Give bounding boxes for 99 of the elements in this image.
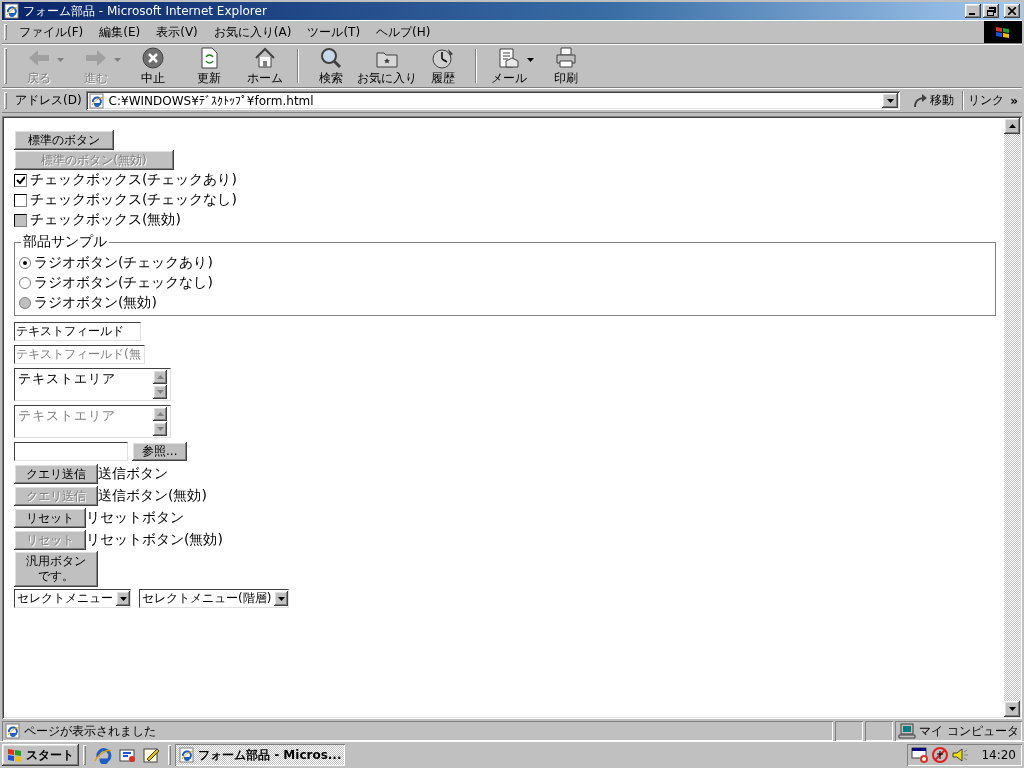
caret-icon (886, 98, 894, 103)
checkbox[interactable] (14, 173, 27, 187)
page-icon (88, 92, 105, 109)
dropdown-button[interactable] (274, 591, 289, 606)
down-arrow-icon (156, 390, 164, 394)
taskbar-button[interactable]: フォーム部品 - Micros... (175, 744, 346, 766)
quick-launch-icon[interactable] (118, 746, 136, 764)
more-chevron[interactable]: » (1006, 93, 1022, 108)
scroll-down-button[interactable] (1004, 701, 1020, 717)
menu-item[interactable]: 表示(V) (148, 21, 206, 43)
menu-item[interactable]: ツール(T) (299, 21, 369, 43)
caret-icon (527, 57, 534, 62)
up-arrow-icon (156, 375, 164, 379)
dropdown-button[interactable] (116, 591, 130, 606)
menu-item[interactable]: 編集(E) (91, 21, 149, 43)
toolbar-button[interactable]: 履歴 (415, 43, 471, 89)
scroll-up-button[interactable] (153, 370, 167, 384)
links-label[interactable]: リンク (966, 92, 1007, 109)
dropdown-arrow[interactable] (527, 57, 534, 62)
button-caption: リセットボタン(無効) (86, 531, 223, 549)
up-arrow-icon (1008, 124, 1016, 128)
button[interactable]: 参照... (132, 442, 188, 461)
printer-icon (554, 45, 578, 70)
button-caption: 送信ボタン (98, 465, 168, 483)
status-pane: ページが表示されました (2, 721, 834, 741)
page-icon (5, 723, 21, 739)
restore-icon (986, 6, 996, 16)
address-label: アドレス(D) (14, 92, 83, 109)
vertical-scrollbar[interactable] (1004, 118, 1020, 717)
minimize-button[interactable] (965, 4, 981, 18)
radio-label: ラジオボタン(無効) (34, 294, 157, 312)
scheduler-icon (911, 746, 930, 764)
button-caption: 送信ボタン(無効) (98, 487, 207, 505)
radio-label: ラジオボタン(チェックなし) (34, 274, 213, 292)
toolbar-button[interactable]: 検索 (303, 43, 359, 89)
toolbar-button[interactable]: 印刷 (538, 43, 594, 89)
scroll-up-button[interactable] (1004, 118, 1020, 134)
page-icon (179, 747, 195, 763)
curved-arrow-icon (912, 92, 929, 109)
window-title: フォーム部品 - Microsoft Internet Explorer (23, 2, 268, 20)
checkbox-label: チェックボックス(無効) (30, 211, 181, 229)
button[interactable]: 標準のボタン (14, 130, 114, 150)
button-caption: リセットボタン (86, 509, 184, 527)
flag-icon (5, 747, 23, 763)
toolbar-button[interactable]: お気に入り (359, 43, 415, 89)
status-pane (835, 721, 864, 741)
toolbar-button[interactable]: ホーム (237, 43, 293, 89)
checkbox[interactable] (14, 193, 27, 207)
toolbar-button[interactable]: メール (481, 43, 537, 89)
button[interactable]: リセット (14, 508, 86, 528)
scroll-down-button[interactable] (153, 385, 167, 399)
flag-icon (995, 25, 1011, 39)
menu-item[interactable]: ファイル(F) (11, 21, 92, 43)
quick-launch-icon[interactable] (142, 746, 160, 764)
caret-icon (57, 57, 64, 62)
zone-pane: マイ コンピュータ (895, 721, 1022, 741)
go-button[interactable]: 移動 (906, 90, 961, 111)
caret-icon (277, 596, 285, 601)
browser-icon (94, 746, 112, 764)
checkmark-icon (16, 175, 25, 185)
group-legend: 部品サンプル (21, 233, 109, 249)
text-field[interactable]: テキストフィールド (14, 322, 141, 341)
up-arrow-icon (156, 412, 164, 416)
computer-icon (898, 723, 917, 739)
menu-item[interactable]: お気に入り(A) (205, 21, 300, 43)
text-area[interactable]: テキストエリア (14, 368, 171, 401)
stop-icon (141, 45, 165, 70)
down-arrow-icon (156, 427, 164, 431)
mail-icon (497, 45, 521, 70)
toolbar-button[interactable]: 更新 (181, 43, 237, 89)
radio-button[interactable] (19, 277, 31, 289)
button[interactable]: 汎用ボタンです。 (14, 551, 98, 587)
dropdown-button[interactable] (882, 93, 899, 108)
start-button[interactable]: スタート (2, 744, 79, 766)
ime-disabled-icon (931, 746, 950, 764)
close-button[interactable] (1004, 4, 1020, 18)
address-field[interactable]: C:¥WINDOWS¥ﾃﾞｽｸﾄｯﾌﾟ¥form.html (85, 91, 901, 110)
down-arrow-icon (1008, 707, 1016, 711)
toolbar-button[interactable]: 中止 (125, 43, 181, 89)
clock: 14:20 (981, 748, 1016, 762)
button[interactable]: クエリ送信 (14, 464, 98, 484)
radio-label: ラジオボタン(チェックあり) (34, 254, 213, 272)
pencil-note-icon (142, 746, 160, 764)
file-path-field[interactable] (14, 442, 128, 461)
menu-item[interactable]: ヘルプ(H) (368, 21, 439, 43)
close-icon (1008, 7, 1016, 15)
select-menu[interactable]: セレクトメニュー (14, 589, 131, 608)
caret-icon (114, 57, 121, 62)
checkbox-label: チェックボックス(チェックなし) (30, 191, 237, 209)
checkbox-label: チェックボックス(チェックあり) (30, 171, 237, 189)
restore-button[interactable] (983, 4, 999, 18)
caret-icon (119, 596, 127, 601)
select-menu[interactable]: セレクトメニュー(階層) (139, 589, 290, 608)
desktop-icon (118, 746, 136, 764)
house-icon (253, 45, 277, 70)
search-icon (319, 45, 343, 70)
radio-button[interactable] (19, 257, 31, 269)
speaker-icon (951, 746, 970, 764)
status-pane (865, 721, 894, 741)
